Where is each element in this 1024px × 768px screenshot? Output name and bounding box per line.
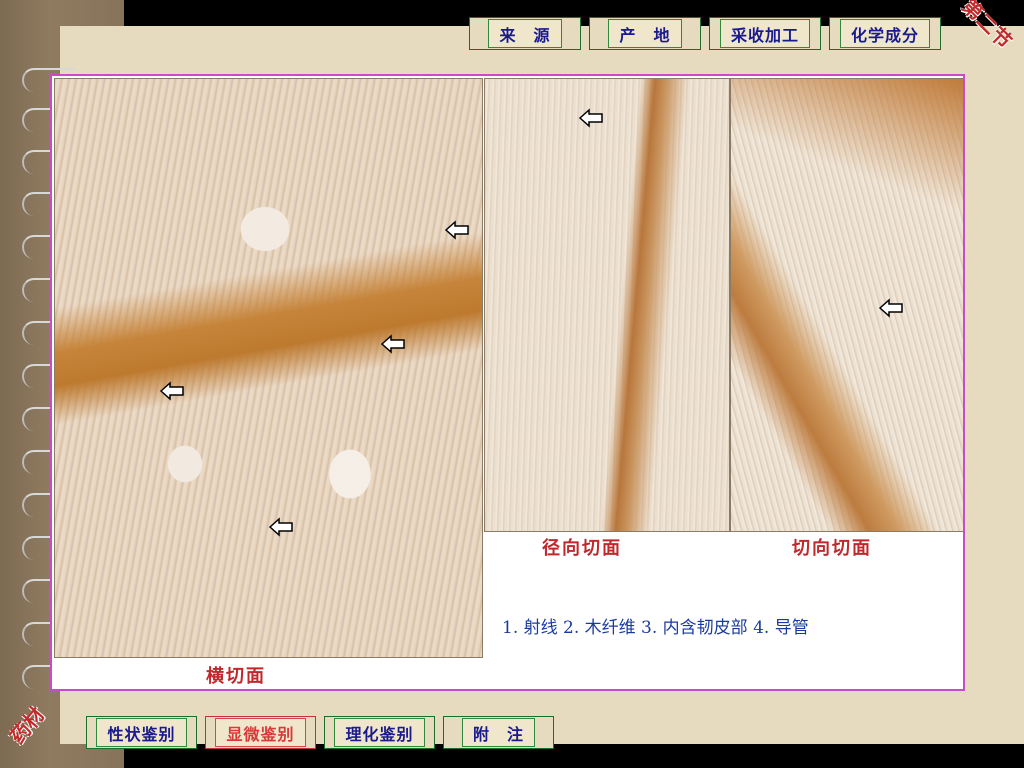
nav-chemistry-button[interactable]: 化学成分	[829, 17, 941, 50]
top-navigation: 来 源 产 地 采收加工 化学成分	[469, 17, 941, 50]
nav-microscopy-label: 显微鉴别	[215, 718, 306, 747]
nav-origin-label: 产 地	[608, 19, 682, 48]
nav-morphology-label: 性状鉴别	[96, 718, 187, 747]
nav-origin-button[interactable]: 产 地	[589, 17, 701, 50]
radial-section-caption: 径向切面	[542, 538, 622, 559]
nav-source-label: 来 源	[488, 19, 562, 48]
nav-harvest-label: 采收加工	[719, 19, 810, 48]
nav-harvest-button[interactable]: 采收加工	[709, 17, 821, 50]
arrow-marker-icon	[878, 298, 904, 318]
arrow-marker-icon	[380, 334, 406, 354]
arrow-marker-icon	[444, 220, 470, 240]
tangential-section-caption: 切向切面	[792, 538, 872, 559]
figure-legend: 1. 射线 2. 木纤维 3. 内含韧皮部 4. 导管	[502, 618, 809, 638]
nav-notes-label: 附 注	[461, 718, 535, 747]
micrograph-figure: 横切面 径向切面 切向切面 1. 射线 2. 木纤维 3. 内含韧皮部 4. 导…	[50, 74, 965, 691]
nav-source-button[interactable]: 来 源	[469, 17, 581, 50]
arrow-marker-icon	[159, 381, 185, 401]
cross-section-image	[54, 78, 483, 658]
cross-section-caption: 横切面	[206, 666, 266, 687]
nav-chemistry-label: 化学成分	[839, 19, 930, 48]
nav-physchem-label: 理化鉴别	[334, 718, 425, 747]
nav-microscopy-button[interactable]: 显微鉴别	[205, 716, 316, 749]
radial-section-image	[484, 78, 730, 532]
nav-notes-button[interactable]: 附 注	[443, 716, 554, 749]
nav-morphology-button[interactable]: 性状鉴别	[86, 716, 197, 749]
nav-physchem-button[interactable]: 理化鉴别	[324, 716, 435, 749]
tangential-section-image	[730, 78, 963, 532]
arrow-marker-icon	[578, 108, 604, 128]
arrow-marker-icon	[268, 517, 294, 537]
bottom-navigation: 性状鉴别 显微鉴别 理化鉴别 附 注	[86, 716, 554, 749]
